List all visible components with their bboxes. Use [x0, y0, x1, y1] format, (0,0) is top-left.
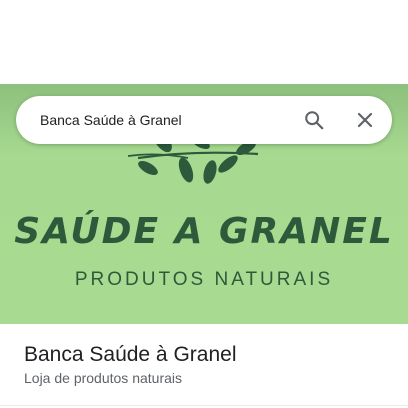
search-icon	[305, 111, 324, 130]
place-info: Banca Saúde à Granel Loja de produtos na…	[0, 324, 408, 408]
place-category[interactable]: Loja de produtos naturais	[24, 369, 182, 387]
clear-search-button[interactable]	[349, 104, 381, 136]
search-bar[interactable]: Banca Saúde à Granel	[16, 96, 392, 144]
place-name: Banca Saúde à Granel	[24, 343, 237, 366]
brand-subtitle: PRODUTOS NATURAIS	[74, 269, 334, 290]
brand-title: SAÚDE A GRANEL	[14, 211, 394, 252]
search-button[interactable]	[298, 104, 330, 136]
close-icon	[357, 112, 373, 128]
divider	[0, 405, 408, 406]
place-panel: SAÚDE A GRANEL PRODUTOS NATURAIS Banca S…	[0, 0, 408, 408]
search-input[interactable]: Banca Saúde à Granel	[40, 96, 182, 144]
